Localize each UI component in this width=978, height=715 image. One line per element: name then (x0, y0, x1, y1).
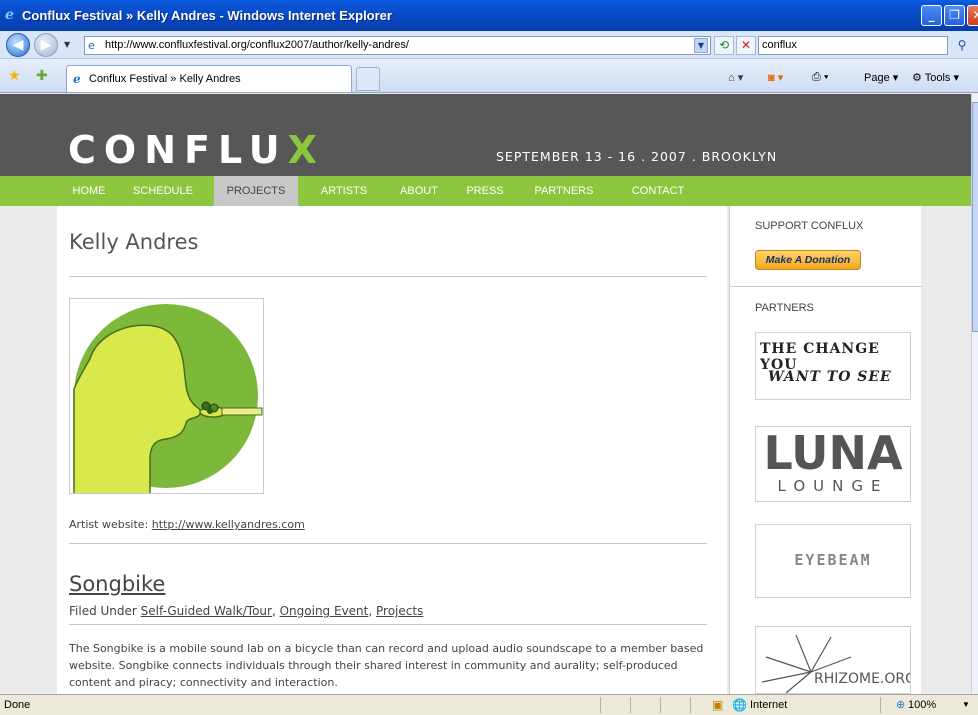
nav-schedule[interactable]: SCHEDULE (124, 176, 202, 206)
recent-pages-dropdown-icon[interactable]: ▼ (64, 40, 70, 49)
nav-about[interactable]: ABOUT (395, 176, 443, 206)
refresh-button[interactable]: ⟲ (714, 36, 734, 55)
nav-contact[interactable]: CONTACT (625, 176, 691, 206)
protected-mode-icon[interactable]: ▣ (712, 698, 723, 712)
minimize-button[interactable]: _ (921, 5, 942, 26)
main-nav: HOME SCHEDULE PROJECTS ARTISTS ABOUT PRE… (0, 176, 971, 206)
zoom-level[interactable]: 100% (908, 699, 936, 711)
partners-heading: PARTNERS (755, 302, 814, 314)
support-heading: SUPPORT CONFLUX (755, 220, 864, 232)
address-bar[interactable]: e http://www.confluxfestival.org/conflux… (84, 36, 711, 55)
divider (69, 624, 707, 625)
new-tab-button[interactable] (356, 67, 380, 91)
status-separator (630, 697, 631, 713)
feeds-icon[interactable]: ◙ ▾ (768, 71, 783, 84)
ie-logo-icon: e (5, 7, 14, 23)
tab-toolbar: ★ ✚ e Conflux Festival » Kelly Andres ⌂ … (0, 59, 978, 93)
sidebar: SUPPORT CONFLUX Make A Donation PARTNERS… (729, 206, 922, 694)
status-separator (600, 697, 601, 713)
page-title: Kelly Andres (69, 230, 199, 254)
divider (69, 276, 707, 277)
maximize-button[interactable]: ❐ (944, 5, 965, 26)
website-label: Artist website: (69, 518, 149, 531)
back-button[interactable]: ◀ (6, 33, 30, 57)
nav-projects[interactable]: PROJECTS (214, 176, 298, 206)
divider (69, 543, 707, 544)
search-icon[interactable]: ⚲ (951, 36, 973, 55)
security-zone-label: Internet (750, 699, 788, 711)
nav-press[interactable]: PRESS (465, 176, 505, 206)
url-text[interactable]: http://www.confluxfestival.org/conflux20… (105, 39, 409, 51)
partner-rhizome[interactable]: RHIZOME.ORG (755, 626, 911, 694)
address-toolbar: ◀ ▶ ▼ e http://www.confluxfestival.org/c… (0, 31, 978, 59)
category-link[interactable]: Projects (376, 604, 423, 618)
partner4-text: RHIZOME.ORG (814, 671, 911, 687)
status-separator (660, 697, 661, 713)
artist-website-link[interactable]: http://www.kellyandres.com (152, 518, 305, 531)
window-title: Conflux Festival » Kelly Andres - Window… (22, 8, 392, 23)
vertical-scrollbar[interactable] (971, 94, 978, 694)
stop-button[interactable]: ✕ (736, 36, 756, 55)
post-categories: Filed Under Self-Guided Walk/Tour, Ongoi… (69, 604, 424, 618)
zoom-icon[interactable]: ⊕ (896, 698, 905, 711)
filed-under-label: Filed Under (69, 604, 137, 618)
category-link[interactable]: Self-Guided Walk/Tour (141, 604, 272, 618)
address-dropdown-icon[interactable]: ▼ (694, 38, 708, 53)
nav-home[interactable]: HOME (70, 176, 108, 206)
forward-button[interactable]: ▶ (34, 33, 58, 57)
tab-ie-icon: e (73, 72, 81, 86)
status-separator (690, 697, 691, 713)
category-link[interactable]: Ongoing Event (280, 604, 369, 618)
festival-tagline: SEPTEMBER 13 - 16 . 2007 . BROOKLYN (496, 149, 778, 164)
main-content: Kelly Andres Artist website: http://www.… (57, 206, 727, 694)
page-menu[interactable]: Page ▾ (864, 71, 898, 84)
page-viewport: CONFLUX SEPTEMBER 13 - 16 . 2007 . BROOK… (0, 94, 971, 694)
artist-portrait (69, 298, 264, 500)
close-button[interactable]: ✕ (967, 5, 978, 26)
search-box[interactable] (758, 36, 948, 55)
nav-partners[interactable]: PARTNERS (530, 176, 598, 206)
status-separator (880, 697, 881, 713)
tab-label: Conflux Festival » Kelly Andres (89, 73, 241, 85)
post-title-link[interactable]: Songbike (69, 572, 165, 596)
tab-conflux[interactable]: e Conflux Festival » Kelly Andres (66, 65, 352, 92)
search-input[interactable] (759, 37, 939, 53)
artist-website: Artist website: http://www.kellyandres.c… (69, 518, 305, 531)
favorites-star-icon[interactable]: ★ (8, 68, 21, 84)
partner2-line2: LOUNGE (777, 477, 889, 495)
scrollbar-thumb[interactable] (972, 102, 978, 332)
donate-button[interactable]: Make A Donation (755, 250, 861, 270)
conflux-logo[interactable]: CONFLUX (68, 130, 325, 170)
site-header: CONFLUX SEPTEMBER 13 - 16 . 2007 . BROOK… (0, 94, 971, 176)
status-text: Done (4, 699, 31, 711)
post-excerpt: The Songbike is a mobile sound lab on a … (69, 642, 704, 689)
partner-luna-lounge[interactable]: LUNA LOUNGE (755, 426, 911, 502)
partner2-line1: LUNA (763, 426, 903, 480)
partner-change-you-want-to-see[interactable]: THE CHANGE YOU WANT TO SEE (755, 332, 911, 400)
add-favorites-icon[interactable]: ✚ (36, 68, 48, 84)
tools-menu-label: Tools (924, 72, 951, 84)
partner1-line2: WANT TO SEE (768, 369, 892, 385)
home-icon[interactable]: ⌂ ▾ (728, 71, 743, 84)
page-menu-label: Page (864, 72, 890, 84)
zoom-dropdown-icon[interactable]: ▼ (962, 700, 970, 709)
print-icon[interactable]: ⎙ ▾ (812, 71, 828, 84)
page-icon: e (88, 39, 95, 52)
status-bar: Done ▣ 🌐 Internet ⊕ 100% ▼ (0, 694, 978, 715)
logo-x: X (287, 128, 325, 172)
sidebar-divider (730, 286, 922, 287)
nav-artists[interactable]: ARTISTS (316, 176, 372, 206)
partner-eyebeam[interactable]: EYEBEAM (755, 524, 911, 598)
title-bar: e Conflux Festival » Kelly Andres - Wind… (0, 0, 978, 31)
logo-text: CONFLU (68, 128, 288, 172)
partner3-text: EYEBEAM (794, 551, 872, 569)
internet-zone-icon: 🌐 (732, 698, 747, 712)
page-body: Kelly Andres Artist website: http://www.… (0, 206, 971, 694)
tools-menu[interactable]: ⚙ Tools ▾ (912, 71, 959, 84)
